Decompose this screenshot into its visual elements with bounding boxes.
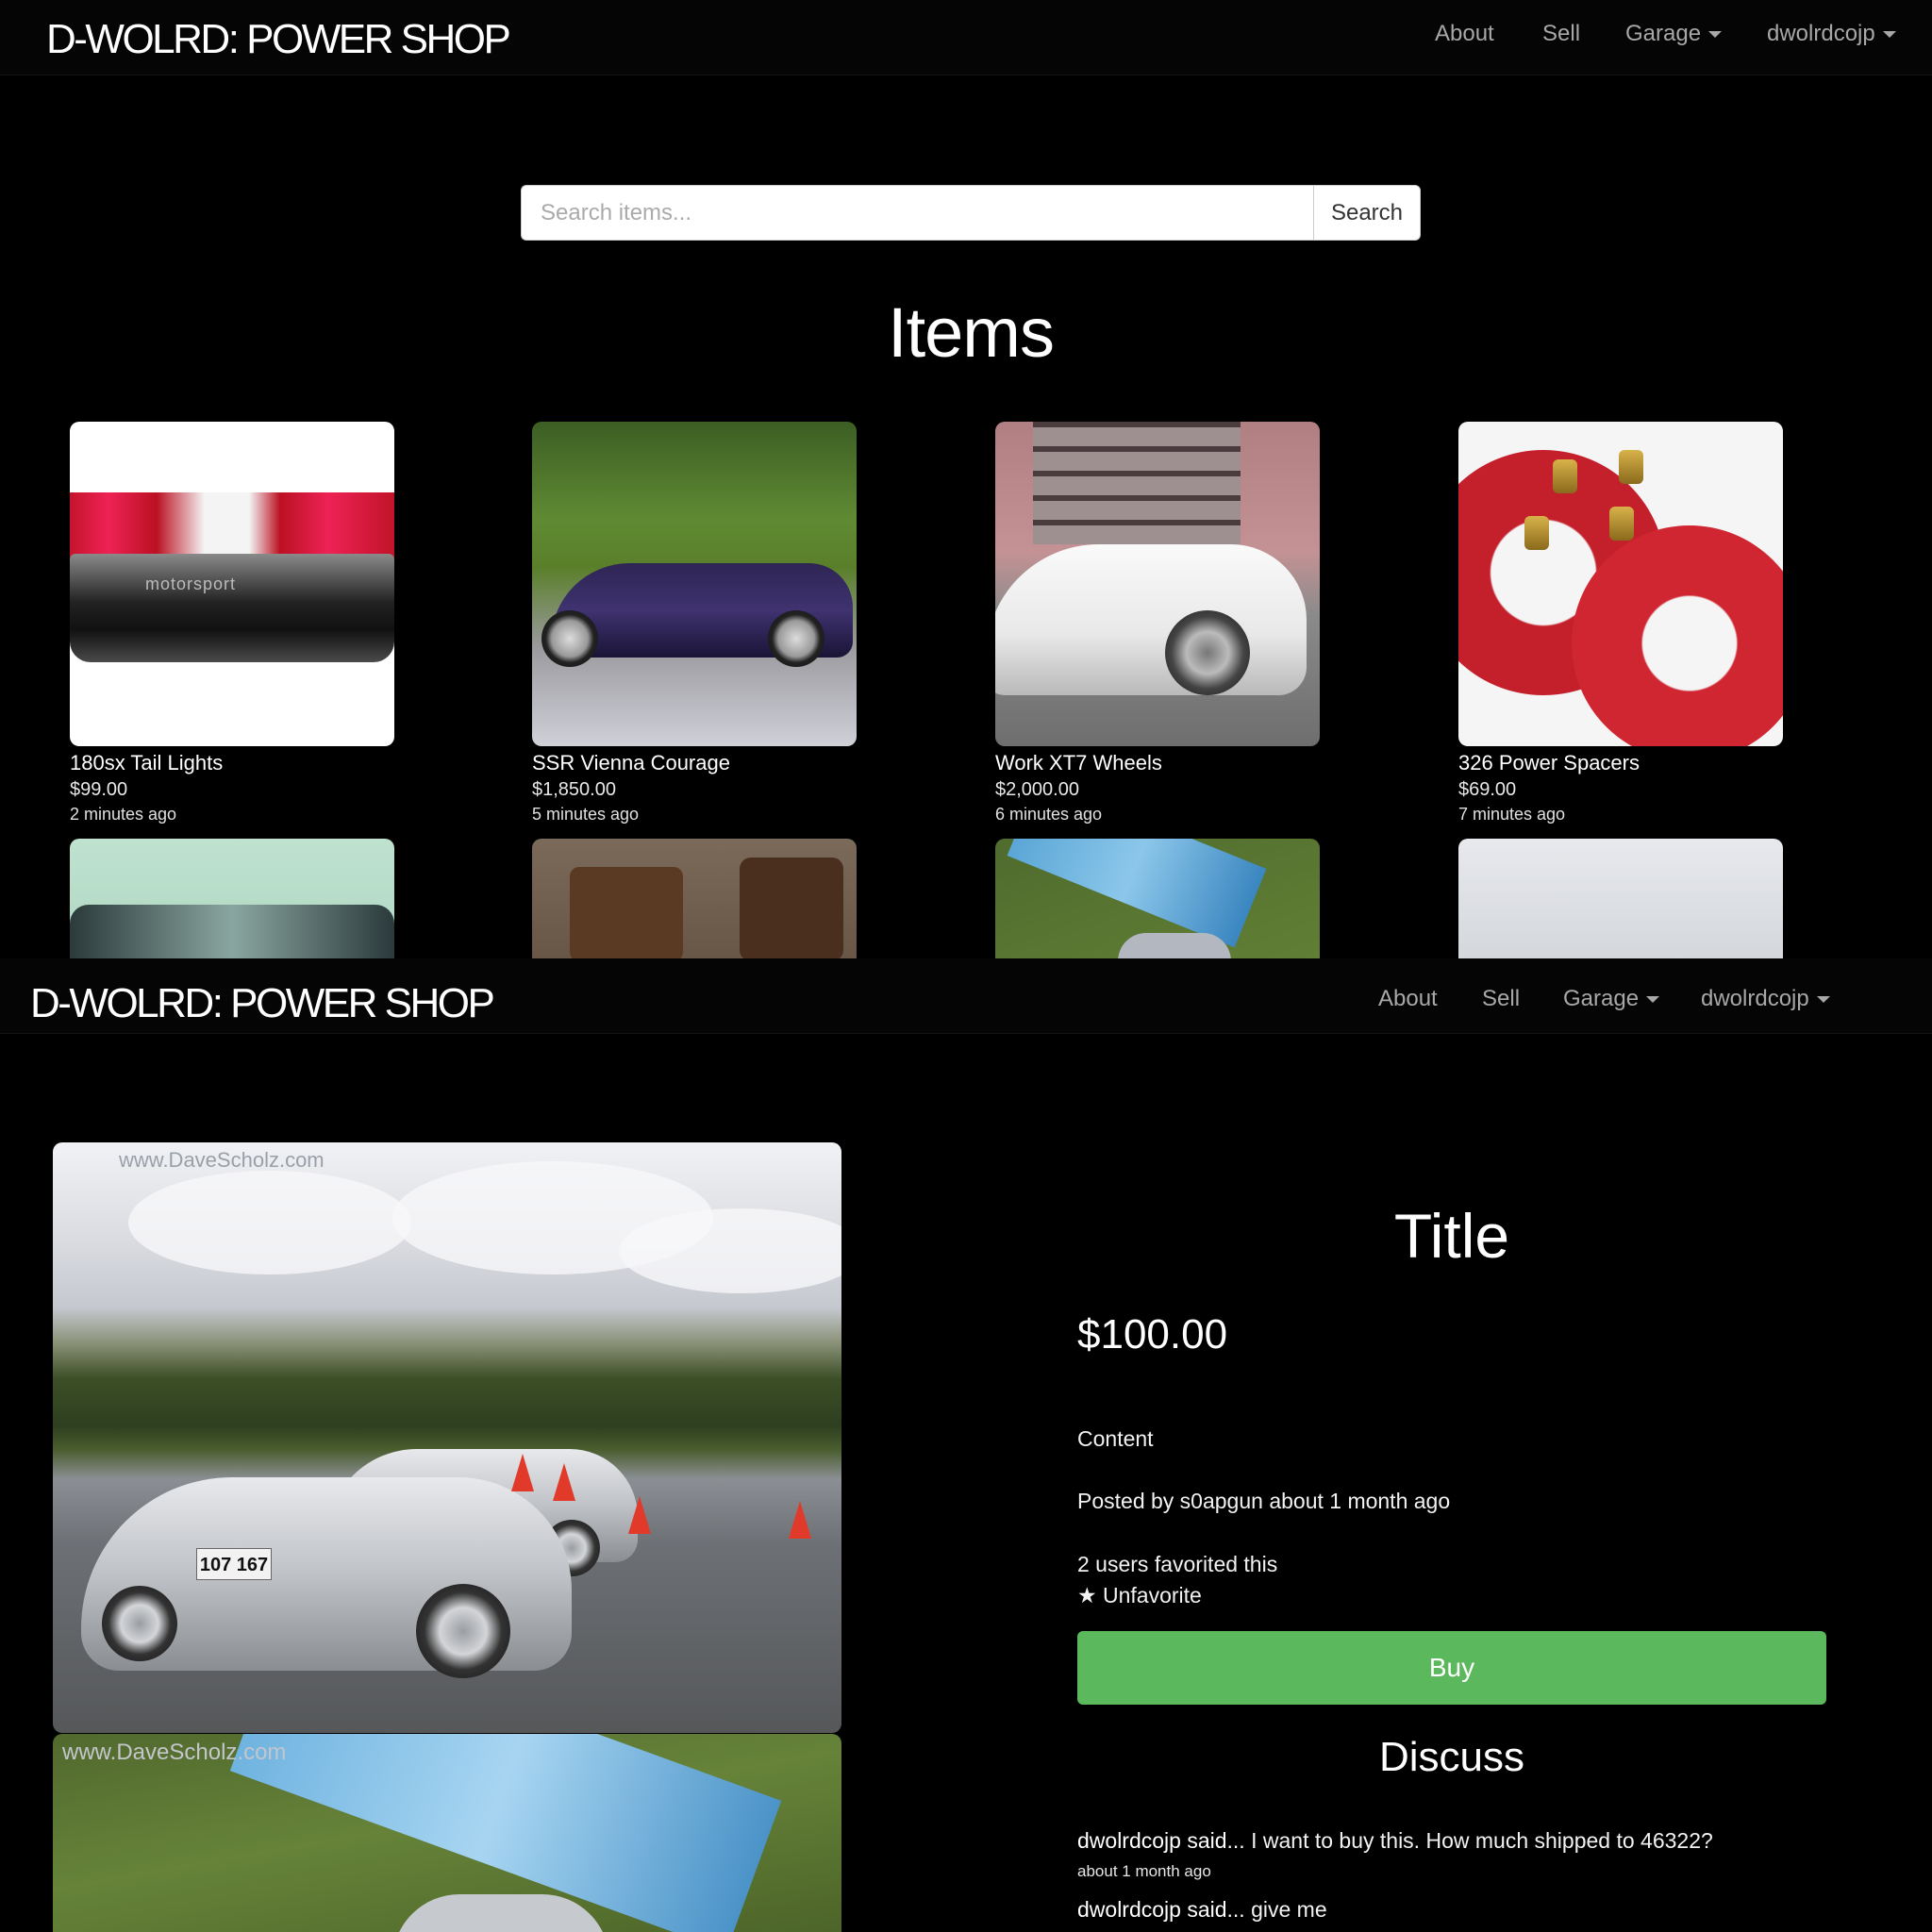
chevron-down-icon bbox=[1646, 996, 1660, 1004]
item-price: $69.00 bbox=[1458, 779, 1517, 800]
item-title[interactable]: Work XT7 Wheels bbox=[995, 750, 1322, 776]
item-card[interactable]: SSR Vienna Courage $1,850.00 5 minutes a… bbox=[532, 422, 858, 825]
nav-user-dropdown[interactable]: dwolrdcojp bbox=[1767, 0, 1896, 68]
top-navbar: D-WOLRD: POWER SHOP About Sell Garage dw… bbox=[0, 0, 1932, 75]
nav-garage-label: Garage bbox=[1563, 986, 1640, 1011]
item-second-photo[interactable]: www.DaveScholz.com bbox=[53, 1734, 841, 1932]
item-card[interactable] bbox=[995, 839, 1322, 958]
nav-about[interactable]: About bbox=[1435, 0, 1494, 68]
comment-text: give me bbox=[1244, 1897, 1327, 1922]
cloudy-hills-photo[interactable] bbox=[1458, 839, 1783, 958]
photo-watermark: www.DaveScholz.com bbox=[62, 1740, 287, 1765]
comment-author[interactable]: dwolrdcojp said... bbox=[1077, 1828, 1245, 1853]
comment-time: about 1 month ago bbox=[1077, 1862, 1211, 1880]
top-navbar: D-WOLRD: POWER SHOP About Sell Garage dw… bbox=[0, 958, 1932, 1034]
item-card[interactable]: Work XT7 Wheels $2,000.00 6 minutes ago bbox=[995, 422, 1322, 825]
item-time: 6 minutes ago bbox=[995, 805, 1103, 824]
unfavorite-button[interactable]: ★ Unfavorite bbox=[1077, 1583, 1202, 1608]
item-price: $2,000.00 bbox=[995, 779, 1079, 800]
nav-sell[interactable]: Sell bbox=[1482, 965, 1520, 1033]
item-main-photo[interactable]: www.DaveScholz.com 107 167 bbox=[53, 1142, 841, 1733]
nav-about[interactable]: About bbox=[1378, 965, 1438, 1033]
comment: dwolrdcojp said... I want to buy this. H… bbox=[1077, 1828, 1713, 1854]
tail-lights-photo[interactable]: motorsport bbox=[70, 422, 394, 746]
track-tarp-photo[interactable] bbox=[995, 839, 1320, 958]
discuss-heading: Discuss bbox=[1378, 1734, 1525, 1780]
nav-user-label: dwolrdcojp bbox=[1767, 21, 1875, 46]
item-price: $100.00 bbox=[1077, 1311, 1228, 1357]
rusty-parts-photo[interactable] bbox=[532, 839, 857, 958]
photo-watermark: www.DaveScholz.com bbox=[119, 1148, 325, 1172]
chevron-down-icon bbox=[1882, 31, 1896, 39]
comment: dwolrdcojp said... give me bbox=[1077, 1897, 1327, 1923]
search-input[interactable] bbox=[521, 185, 1313, 241]
purple-car-photo[interactable] bbox=[532, 422, 857, 746]
posted-by: Posted by s0apgun about 1 month ago bbox=[1077, 1489, 1451, 1513]
item-card[interactable] bbox=[70, 839, 396, 958]
item-time: 5 minutes ago bbox=[532, 805, 640, 824]
nav-garage-dropdown[interactable]: Garage bbox=[1563, 965, 1660, 1033]
item-title[interactable]: 180sx Tail Lights bbox=[70, 750, 396, 776]
item-card[interactable] bbox=[532, 839, 858, 958]
chevron-down-icon bbox=[1708, 31, 1723, 39]
comment-text: I want to buy this. How much shipped to … bbox=[1244, 1828, 1713, 1853]
nav-garage-dropdown[interactable]: Garage bbox=[1625, 0, 1723, 68]
nav-garage-label: Garage bbox=[1625, 21, 1702, 46]
item-title[interactable]: SSR Vienna Courage bbox=[532, 750, 858, 776]
nav-user-label: dwolrdcojp bbox=[1701, 986, 1809, 1011]
buy-button[interactable]: Buy bbox=[1077, 1631, 1826, 1705]
license-plate: 107 167 bbox=[196, 1548, 272, 1580]
item-card[interactable] bbox=[1458, 839, 1785, 958]
comment-author[interactable]: dwolrdcojp said... bbox=[1077, 1897, 1245, 1922]
search-button[interactable]: Search bbox=[1313, 185, 1421, 241]
item-title[interactable]: 326 Power Spacers bbox=[1458, 750, 1785, 776]
brand-logo[interactable]: D-WOLRD: POWER SHOP bbox=[46, 0, 511, 75]
items-heading: Items bbox=[888, 293, 1055, 372]
item-detail-screenshot: D-WOLRD: POWER SHOP About Sell Garage dw… bbox=[0, 958, 1932, 1932]
headlight-photo[interactable] bbox=[70, 839, 394, 958]
item-card[interactable]: 326 Power Spacers $69.00 7 minutes ago bbox=[1458, 422, 1785, 825]
item-list-screenshot: D-WOLRD: POWER SHOP About Sell Garage dw… bbox=[0, 0, 1932, 958]
item-time: 2 minutes ago bbox=[70, 805, 177, 824]
item-price: $1,850.00 bbox=[532, 779, 616, 800]
chevron-down-icon bbox=[1816, 996, 1830, 1004]
white-car-photo[interactable] bbox=[995, 422, 1320, 746]
search-bar: Search bbox=[521, 185, 1421, 241]
item-price: $99.00 bbox=[70, 779, 128, 800]
red-spacers-photo[interactable] bbox=[1458, 422, 1783, 746]
item-title: Title bbox=[1393, 1201, 1510, 1271]
item-card[interactable]: motorsport 180sx Tail Lights $99.00 2 mi… bbox=[70, 422, 396, 825]
item-time: 7 minutes ago bbox=[1458, 805, 1566, 824]
nav-user-dropdown[interactable]: dwolrdcojp bbox=[1701, 965, 1830, 1033]
item-content: Content bbox=[1077, 1426, 1154, 1451]
nav-sell[interactable]: Sell bbox=[1542, 0, 1580, 68]
favorite-count: 2 users favorited this bbox=[1077, 1552, 1278, 1576]
brand-logo[interactable]: D-WOLRD: POWER SHOP bbox=[30, 964, 495, 1040]
